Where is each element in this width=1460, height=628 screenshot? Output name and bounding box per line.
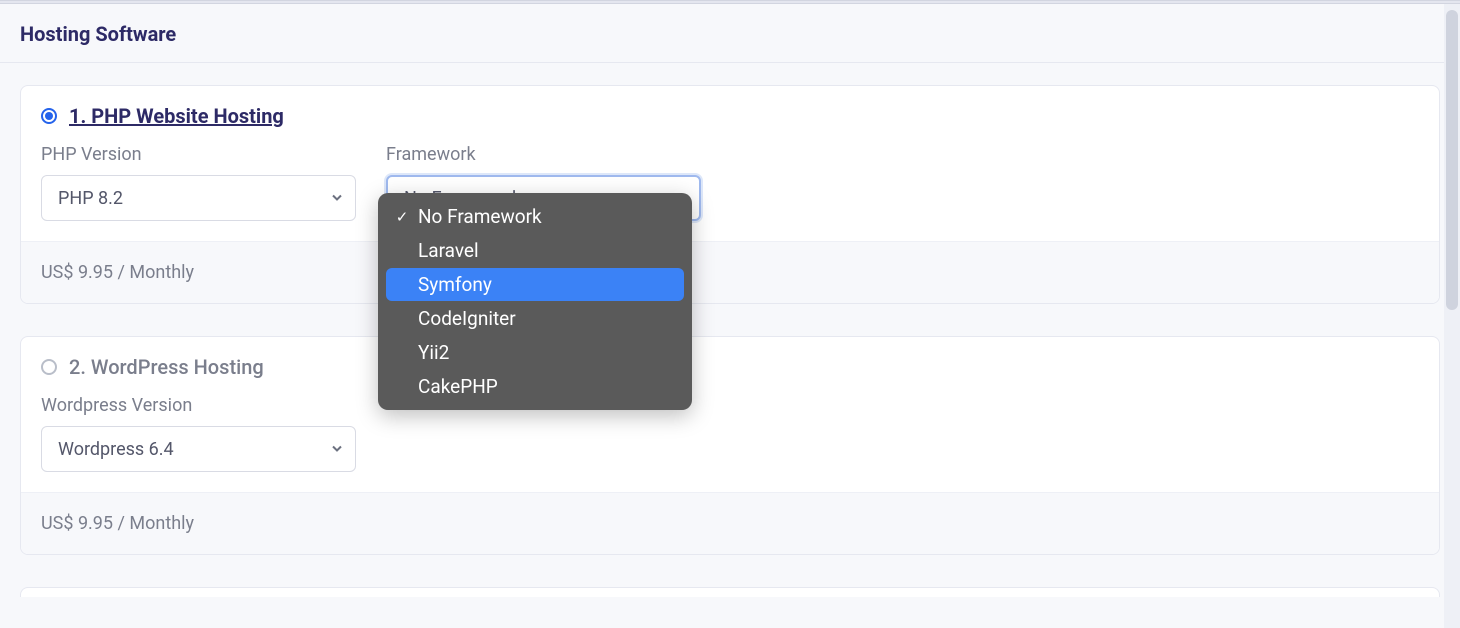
field-wordpress-version: Wordpress Version Wordpress 6.4	[41, 395, 356, 472]
dropdown-item-codeigniter[interactable]: CodeIgniter	[386, 302, 684, 335]
price-bar: US$ 9.95 / Monthly	[21, 241, 1439, 303]
dropdown-item-label: CodeIgniter	[418, 307, 516, 330]
radio-unselected-icon[interactable]	[41, 359, 57, 375]
dropdown-item-yii2[interactable]: Yii2	[386, 336, 684, 369]
dropdown-item-label: Laravel	[418, 239, 479, 262]
dropdown-item-laravel[interactable]: Laravel	[386, 234, 684, 267]
dropdown-item-symfony[interactable]: Symfony	[386, 268, 684, 301]
dropdown-item-label: CakePHP	[418, 375, 498, 398]
dropdown-item-no-framework[interactable]: ✓ No Framework	[386, 200, 684, 233]
option-card-next	[20, 587, 1440, 597]
option-radio-row[interactable]: 2. WordPress Hosting	[41, 355, 1419, 379]
option-fields: Wordpress Version Wordpress 6.4	[41, 395, 1419, 472]
option-card-body: 1. PHP Website Hosting PHP Version PHP 8…	[21, 86, 1439, 241]
chevron-down-icon	[331, 188, 343, 209]
option-card-body: 2. WordPress Hosting Wordpress Version W…	[21, 337, 1439, 492]
framework-dropdown[interactable]: ✓ No Framework Laravel Symfony CodeIgnit…	[378, 193, 692, 410]
field-label: Wordpress Version	[41, 395, 356, 416]
radio-selected-icon[interactable]	[41, 108, 57, 124]
section-title: Hosting Software	[20, 22, 1440, 46]
scrollbar-track[interactable]	[1444, 4, 1460, 628]
dropdown-item-cakephp[interactable]: CakePHP	[386, 370, 684, 403]
section-header: Hosting Software	[0, 4, 1460, 63]
price-text: US$ 9.95 / Monthly	[41, 262, 194, 283]
field-label: PHP Version	[41, 144, 356, 165]
select-value: PHP 8.2	[58, 188, 123, 209]
dropdown-item-label: Symfony	[418, 273, 492, 296]
php-version-select[interactable]: PHP 8.2	[41, 175, 356, 221]
field-label: Framework	[386, 144, 701, 165]
price-bar: US$ 9.95 / Monthly	[21, 492, 1439, 554]
check-icon: ✓	[394, 208, 410, 226]
option-title[interactable]: 1. PHP Website Hosting	[69, 104, 284, 128]
option-fields: PHP Version PHP 8.2 Framework No Framewo…	[41, 144, 1419, 221]
field-php-version: PHP Version PHP 8.2	[41, 144, 356, 221]
scrollbar-thumb[interactable]	[1446, 10, 1458, 310]
dropdown-item-label: Yii2	[418, 341, 449, 364]
option-card-wordpress: 2. WordPress Hosting Wordpress Version W…	[20, 336, 1440, 555]
option-title[interactable]: 2. WordPress Hosting	[69, 355, 264, 379]
content-area: 1. PHP Website Hosting PHP Version PHP 8…	[0, 63, 1460, 597]
wordpress-version-select[interactable]: Wordpress 6.4	[41, 426, 356, 472]
option-radio-row[interactable]: 1. PHP Website Hosting	[41, 104, 1419, 128]
dropdown-item-label: No Framework	[418, 205, 542, 228]
select-value: Wordpress 6.4	[58, 439, 174, 460]
chevron-down-icon	[331, 439, 343, 460]
option-card-php: 1. PHP Website Hosting PHP Version PHP 8…	[20, 85, 1440, 304]
price-text: US$ 9.95 / Monthly	[41, 513, 194, 534]
